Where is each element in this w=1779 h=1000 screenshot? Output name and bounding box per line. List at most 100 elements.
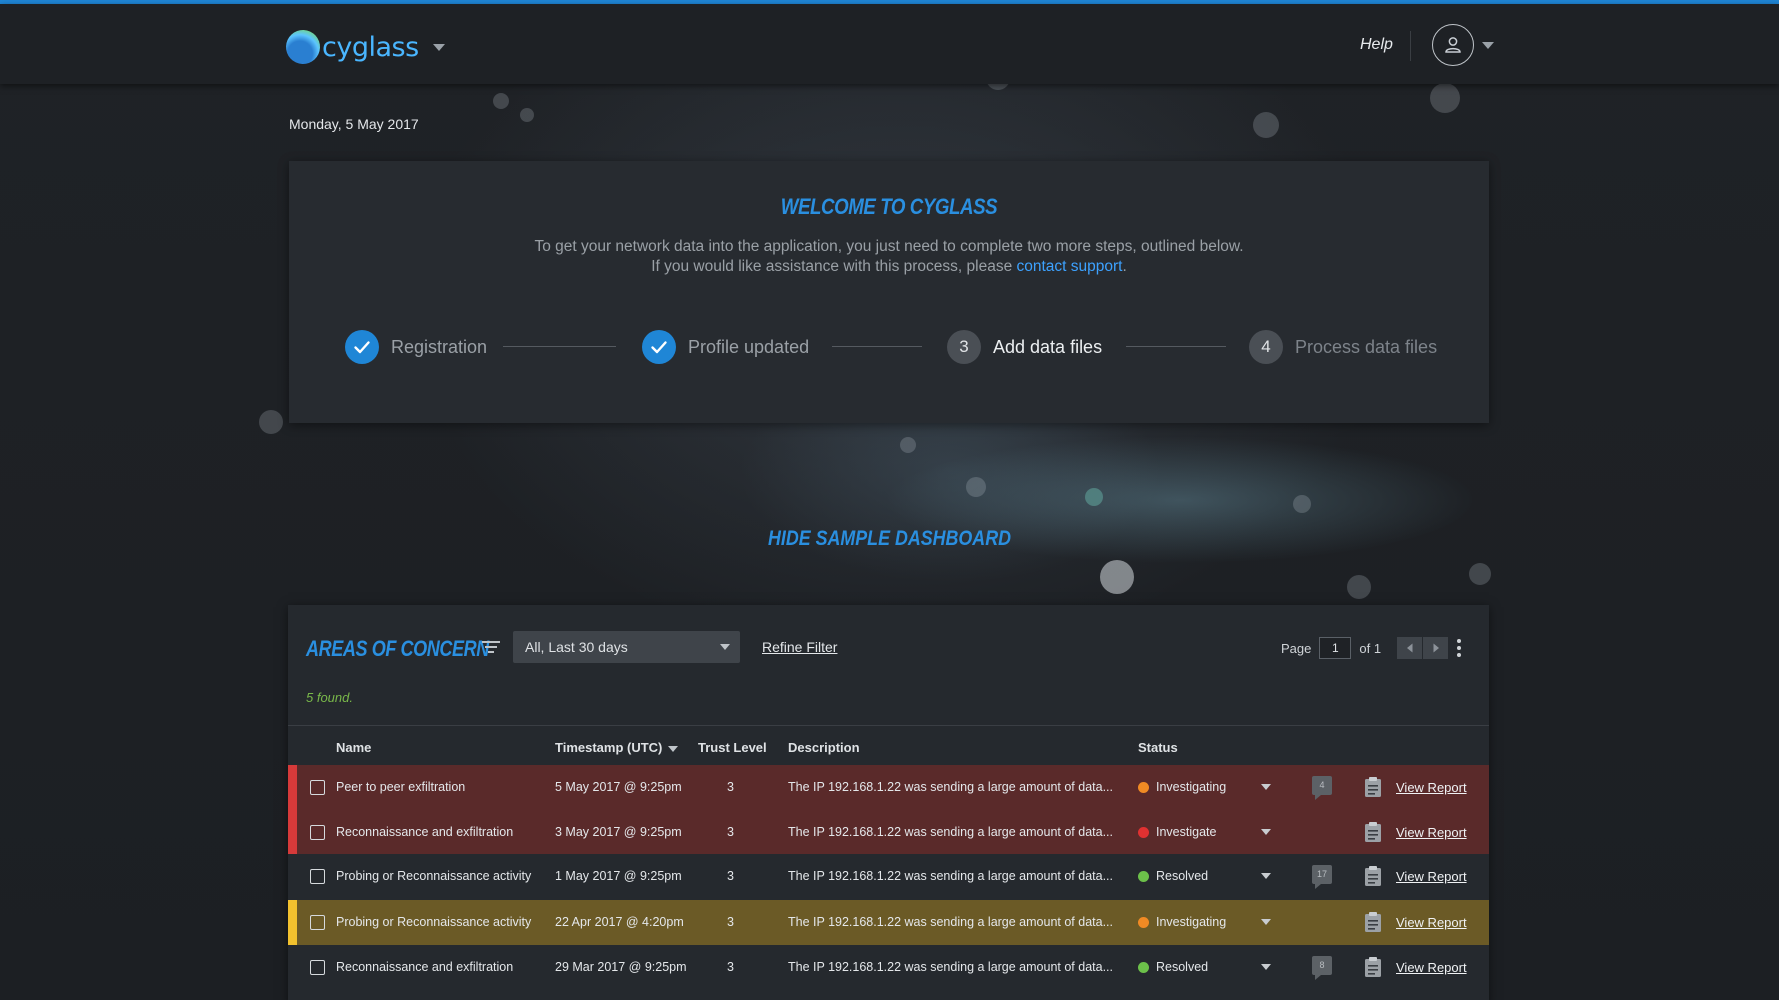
status-dot: [1138, 962, 1149, 973]
row-trust-level: 3: [727, 960, 734, 974]
user-avatar[interactable]: [1432, 24, 1474, 66]
table-row[interactable]: Probing or Reconnaissance activity 22 Ap…: [288, 900, 1489, 945]
current-date: Monday, 5 May 2017: [289, 116, 419, 132]
refine-filter-link[interactable]: Refine Filter: [762, 639, 837, 655]
comment-count-icon[interactable]: 8: [1312, 956, 1332, 980]
bokeh-dot: [966, 477, 986, 497]
column-description[interactable]: Description: [788, 740, 860, 755]
row-description: The IP 192.168.1.22 was sending a large …: [788, 825, 1113, 839]
step-profile-updated: Profile updated: [642, 329, 809, 365]
step-registration: Registration: [345, 329, 487, 365]
status-dot: [1138, 827, 1149, 838]
step-label: Process data files: [1295, 336, 1438, 357]
page-number-input[interactable]: 1: [1319, 637, 1352, 659]
row-checkbox[interactable]: [310, 825, 325, 840]
row-description: The IP 192.168.1.22 was sending a large …: [788, 960, 1113, 974]
check-icon: [642, 330, 676, 364]
row-checkbox[interactable]: [310, 780, 325, 795]
row-status[interactable]: Investigating: [1156, 780, 1226, 794]
check-icon: [345, 330, 379, 364]
view-report-link[interactable]: View Report: [1396, 780, 1467, 795]
user-menu-chevron-icon[interactable]: [1482, 42, 1494, 49]
chevron-left-icon: [1406, 643, 1413, 653]
column-timestamp[interactable]: Timestamp (UTC): [555, 740, 679, 755]
status-dot: [1138, 917, 1149, 928]
column-name[interactable]: Name: [336, 740, 371, 755]
bokeh-dot: [1430, 83, 1460, 113]
status-dot: [1138, 871, 1149, 882]
welcome-line-2-prefix: If you would like assistance with this p…: [651, 258, 1017, 275]
row-name: Peer to peer exfiltration: [336, 780, 466, 794]
row-status[interactable]: Investigate: [1156, 825, 1216, 839]
results-count: 5 found.: [306, 690, 353, 705]
clipboard-icon[interactable]: [1364, 821, 1382, 843]
status-dropdown-icon[interactable]: [1261, 964, 1271, 970]
clipboard-icon[interactable]: [1364, 956, 1382, 978]
clipboard-icon[interactable]: [1364, 776, 1382, 798]
column-status[interactable]: Status: [1138, 740, 1178, 755]
status-dropdown-icon[interactable]: [1261, 784, 1271, 790]
sort-desc-icon: [668, 745, 679, 752]
bokeh-dot: [1253, 112, 1279, 138]
row-status[interactable]: Investigating: [1156, 915, 1226, 929]
row-trust-level: 3: [727, 825, 734, 839]
row-status[interactable]: Resolved: [1156, 869, 1208, 883]
status-dropdown-icon[interactable]: [1261, 873, 1271, 879]
view-report-link[interactable]: View Report: [1396, 960, 1467, 975]
step-connector: [832, 346, 922, 347]
contact-support-link[interactable]: contact support: [1017, 258, 1123, 275]
column-timestamp-label: Timestamp (UTC): [555, 740, 663, 755]
priority-accent: [288, 765, 297, 810]
comment-count-icon[interactable]: 17: [1312, 865, 1332, 889]
table-row[interactable]: Probing or Reconnaissance activity 1 May…: [288, 854, 1489, 899]
step-label: Registration: [391, 336, 488, 357]
step-label: Profile updated: [688, 336, 810, 357]
clipboard-icon[interactable]: [1364, 911, 1382, 933]
row-timestamp: 29 Mar 2017 @ 9:25pm: [555, 960, 687, 974]
table-row[interactable]: Peer to peer exfiltration 5 May 2017 @ 9…: [288, 765, 1489, 810]
prev-page-button[interactable]: [1397, 637, 1423, 659]
next-page-button[interactable]: [1423, 637, 1449, 659]
view-report-link[interactable]: View Report: [1396, 825, 1467, 840]
row-checkbox[interactable]: [310, 915, 325, 930]
bokeh-dot: [259, 410, 283, 434]
row-checkbox[interactable]: [310, 869, 325, 884]
header-divider: [1410, 31, 1411, 61]
help-link[interactable]: Help: [1360, 36, 1393, 54]
status-dropdown-icon[interactable]: [1261, 919, 1271, 925]
filter-icon[interactable]: [482, 639, 500, 655]
step-connector: [503, 346, 616, 347]
more-options-icon[interactable]: [1457, 639, 1461, 660]
view-report-link[interactable]: View Report: [1396, 915, 1467, 930]
welcome-panel: WELCOME TO CYGLASS To get your network d…: [289, 161, 1489, 423]
comment-count-icon[interactable]: 4: [1312, 776, 1332, 800]
welcome-line-2: If you would like assistance with this p…: [289, 257, 1489, 277]
hide-sample-dashboard-button[interactable]: HIDE SAMPLE DASHBOARD: [133, 527, 1645, 551]
chevron-down-icon[interactable]: [432, 43, 445, 51]
priority-accent: [288, 810, 297, 855]
row-checkbox[interactable]: [310, 960, 325, 975]
filter-select[interactable]: All, Last 30 days: [513, 631, 740, 663]
step-number: 4: [1249, 330, 1283, 364]
bokeh-dot: [900, 437, 916, 453]
table-row[interactable]: Reconnaissance and exfiltration 29 Mar 2…: [288, 945, 1489, 990]
row-name: Reconnaissance and exfiltration: [336, 825, 514, 839]
row-trust-level: 3: [727, 869, 734, 883]
pager-buttons: [1397, 637, 1449, 659]
row-name: Probing or Reconnaissance activity: [336, 869, 532, 883]
table-row[interactable]: Reconnaissance and exfiltration 3 May 20…: [288, 810, 1489, 855]
logo[interactable]: cyglass: [281, 25, 445, 69]
row-status[interactable]: Resolved: [1156, 960, 1208, 974]
row-description: The IP 192.168.1.22 was sending a large …: [788, 915, 1113, 929]
row-timestamp: 22 Apr 2017 @ 4:20pm: [555, 915, 684, 929]
row-name: Probing or Reconnaissance activity: [336, 915, 532, 929]
status-dot: [1138, 782, 1149, 793]
clipboard-icon[interactable]: [1364, 865, 1382, 887]
step-add-data-files: 3 Add data files: [947, 329, 1102, 365]
column-trust-level[interactable]: Trust Level: [698, 740, 767, 755]
step-connector: [1126, 346, 1226, 347]
status-dropdown-icon[interactable]: [1261, 829, 1271, 835]
priority-accent: [288, 854, 297, 899]
view-report-link[interactable]: View Report: [1396, 869, 1467, 884]
bokeh-dot: [1469, 563, 1491, 585]
